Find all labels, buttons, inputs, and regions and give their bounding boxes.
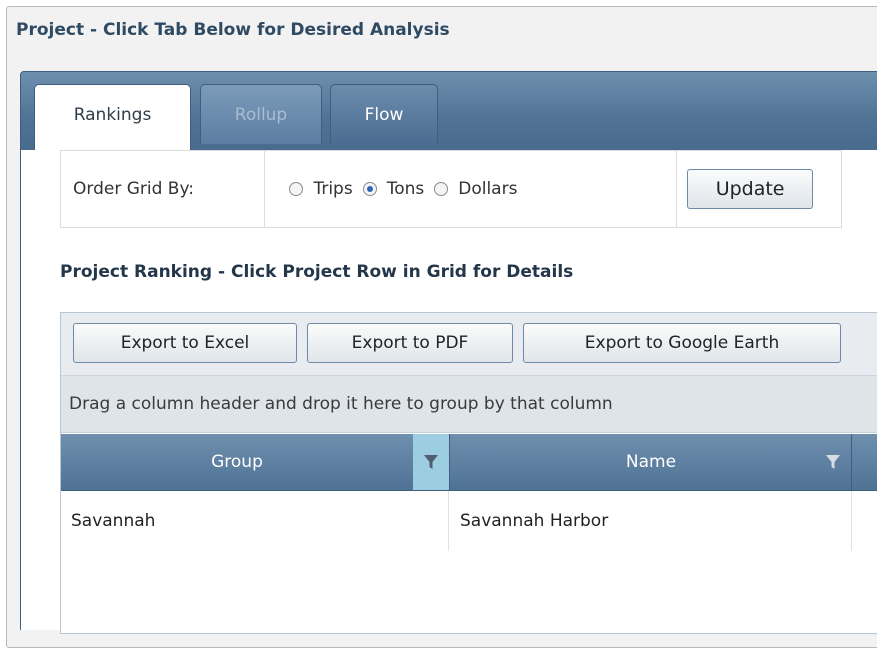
order-label-cell: Order Grid By: (61, 151, 266, 227)
column-header-name[interactable]: Name (450, 434, 852, 490)
order-grid-by-label: Order Grid By: (73, 179, 195, 199)
grid-toolbar: Export to Excel Export to PDF Export to … (61, 313, 877, 376)
ranking-grid: Export to Excel Export to PDF Export to … (60, 312, 877, 634)
cell-name[interactable]: Savannah Harbor (450, 491, 852, 551)
export-google-earth-button[interactable]: Export to Google Earth (523, 323, 841, 363)
order-radio-group: Trips Tons Dollars (265, 151, 678, 227)
group-drop-area[interactable]: Drag a column header and drop it here to… (61, 376, 877, 433)
name-filter-icon[interactable] (815, 434, 851, 490)
tab-rollup: Rollup (200, 84, 322, 144)
window-title: Project - Click Tab Below for Desired An… (16, 20, 450, 40)
order-options-bar: Order Grid By: Trips Tons Dollars Update (60, 150, 842, 228)
radio-dollars-label[interactable]: Dollars (458, 179, 517, 199)
table-row[interactable]: Savannah Savannah Harbor (61, 491, 877, 551)
export-excel-button[interactable]: Export to Excel (73, 323, 297, 363)
tab-rankings[interactable]: Rankings (34, 84, 191, 151)
radio-trips-label[interactable]: Trips (313, 179, 352, 199)
header-divider-2 (851, 434, 852, 490)
radio-trips[interactable] (289, 182, 304, 196)
export-pdf-button[interactable]: Export to PDF (307, 323, 513, 363)
column-header-group[interactable]: Group (61, 434, 413, 490)
grid-header: Group Name (61, 434, 877, 491)
update-cell: Update (677, 151, 841, 227)
cell-group[interactable]: Savannah (61, 491, 449, 551)
tab-flow[interactable]: Flow (330, 84, 438, 144)
ranking-title: Project Ranking - Click Project Row in G… (60, 262, 574, 282)
radio-tons-label[interactable]: Tons (387, 179, 425, 199)
update-button[interactable]: Update (687, 169, 814, 209)
radio-dollars[interactable] (434, 182, 449, 196)
group-filter-icon[interactable] (413, 434, 449, 490)
radio-tons[interactable] (362, 182, 377, 196)
